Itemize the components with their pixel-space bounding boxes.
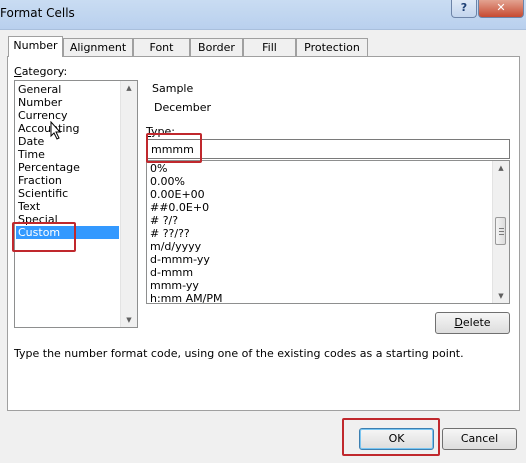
category-scrollbar[interactable]: ▲ ▼ [120, 81, 137, 327]
type-item[interactable]: 0% [150, 162, 167, 175]
category-item-percentage[interactable]: Percentage [18, 161, 80, 174]
type-item[interactable]: d-mmm-yy [150, 253, 210, 266]
category-item-time[interactable]: Time [18, 148, 45, 161]
type-item[interactable]: 0.00% [150, 175, 185, 188]
type-label: Type: [146, 125, 175, 138]
category-item-number[interactable]: Number [18, 96, 62, 109]
category-item-date[interactable]: Date [18, 135, 44, 148]
category-item-special[interactable]: Special [18, 213, 58, 226]
tab-protection[interactable]: Protection [296, 38, 368, 56]
close-button[interactable]: ✕ [478, 0, 524, 18]
sample-value: December [154, 101, 212, 114]
tab-number[interactable]: Number [8, 36, 63, 57]
help-button[interactable]: ? [451, 0, 477, 18]
sample-box: Sample December [146, 78, 508, 120]
type-scrollbar[interactable]: ▲ ▼ [492, 161, 509, 303]
scroll-thumb[interactable] [495, 217, 506, 245]
type-item[interactable]: d-mmm [150, 266, 193, 279]
tab-border[interactable]: Border [190, 38, 243, 56]
category-item-accounting[interactable]: Accounting [18, 122, 79, 135]
window-title: Format Cells [0, 6, 75, 20]
tab-alignment[interactable]: Alignment [63, 38, 133, 56]
title-bar[interactable]: Format Cells ? ✕ [0, 0, 526, 30]
type-item[interactable]: ##0.0E+0 [150, 201, 209, 214]
type-item[interactable]: 0.00E+00 [150, 188, 205, 201]
tab-fill[interactable]: Fill [243, 38, 296, 56]
type-item[interactable]: m/d/yyyy [150, 240, 201, 253]
sample-label: Sample [152, 82, 194, 95]
type-item[interactable]: mmm-yy [150, 279, 199, 292]
tab-font[interactable]: Font [133, 38, 190, 56]
category-item-scientific[interactable]: Scientific [18, 187, 68, 200]
scroll-up-icon[interactable]: ▲ [121, 81, 137, 95]
type-item[interactable]: # ?/? [150, 214, 178, 227]
category-item-text[interactable]: Text [18, 200, 40, 213]
category-item-general[interactable]: General [18, 83, 61, 96]
category-item-fraction[interactable]: Fraction [18, 174, 62, 187]
category-item-custom[interactable]: Custom [16, 226, 119, 239]
delete-button[interactable]: Delete [435, 312, 510, 334]
scroll-down-icon[interactable]: ▼ [493, 289, 509, 303]
cancel-button[interactable]: Cancel [442, 428, 517, 450]
scroll-down-icon[interactable]: ▼ [121, 313, 137, 327]
cursor-icon [50, 121, 62, 140]
type-item[interactable]: # ??/?? [150, 227, 190, 240]
category-label: Category: [14, 65, 68, 78]
format-cells-dialog: Format Cells ? ✕ Number Alignment Font B… [0, 0, 526, 463]
type-list[interactable]: 0% 0.00% 0.00E+00 ##0.0E+0 # ?/? # ??/??… [146, 160, 510, 304]
type-input[interactable] [146, 139, 510, 159]
ok-button[interactable]: OK [359, 428, 434, 450]
type-item[interactable]: h:mm AM/PM [150, 292, 222, 303]
category-list[interactable]: General Number Currency Accounting Date … [14, 80, 138, 328]
hint-text: Type the number format code, using one o… [14, 347, 464, 360]
scroll-up-icon[interactable]: ▲ [493, 161, 509, 175]
